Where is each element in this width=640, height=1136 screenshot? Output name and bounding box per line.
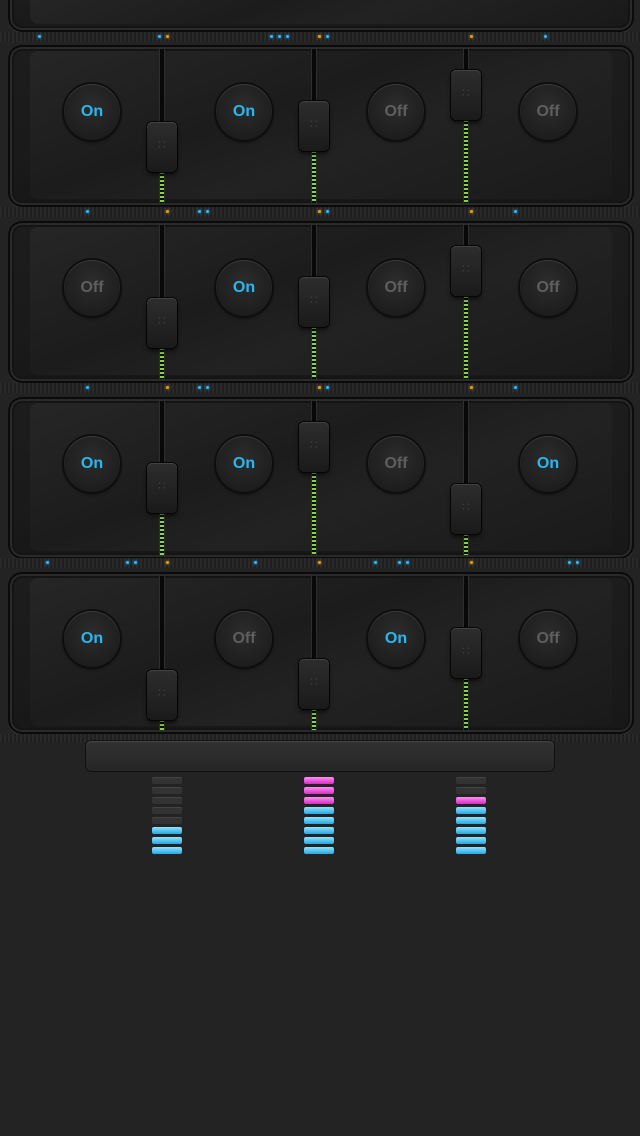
meter-segment <box>456 837 486 844</box>
meter-segment <box>304 797 334 804</box>
meter-segment <box>304 807 334 814</box>
fader-level-dots <box>160 719 164 730</box>
fader-thumb[interactable] <box>451 69 481 120</box>
meter-segment <box>456 827 486 834</box>
fader-thumb[interactable] <box>147 463 177 514</box>
mixer-panel: On On Off Off <box>8 45 634 207</box>
fader-thumb[interactable] <box>299 277 329 327</box>
panel-separator <box>0 383 640 393</box>
level-meter <box>456 777 486 857</box>
fader-thumb[interactable] <box>299 659 329 710</box>
meter-segment <box>152 797 182 804</box>
toggle-button[interactable]: Off <box>520 84 576 140</box>
top-separator <box>0 32 640 42</box>
fader-level-dots <box>312 151 316 203</box>
meter-segment <box>152 827 182 834</box>
panel-separator <box>0 207 640 217</box>
toggle-button[interactable]: On <box>216 84 272 140</box>
fader-thumb[interactable] <box>451 628 481 678</box>
meter-segment <box>152 847 182 854</box>
meter-segment <box>456 777 486 784</box>
fader-level-dots <box>160 513 164 555</box>
meter-segment <box>304 847 334 854</box>
fader-level-dots <box>160 171 164 203</box>
meter-segment <box>152 777 182 784</box>
control-bar[interactable] <box>86 741 554 771</box>
meter-segment <box>304 777 334 784</box>
level-meter <box>152 777 182 857</box>
toggle-button[interactable]: Off <box>64 260 120 316</box>
fader-thumb[interactable] <box>299 421 329 472</box>
fader-level-dots <box>464 678 468 730</box>
meter-segment <box>304 787 334 794</box>
fader-thumb[interactable] <box>147 297 177 348</box>
fader-thumb[interactable] <box>451 245 481 296</box>
toggle-button[interactable]: On <box>368 611 424 667</box>
fader-thumb[interactable] <box>451 484 481 535</box>
fader-level-dots <box>160 347 164 379</box>
mixer-panel: Off On Off Off <box>8 221 634 383</box>
meter-segment <box>304 837 334 844</box>
toggle-button[interactable]: On <box>64 436 120 492</box>
mixer-panel: On Off On Off <box>8 572 634 734</box>
level-meter <box>304 777 334 857</box>
fader-level-dots <box>312 327 316 379</box>
toggle-button[interactable]: Off <box>368 84 424 140</box>
meter-segment <box>152 817 182 824</box>
meter-segment <box>152 787 182 794</box>
toggle-button[interactable]: On <box>64 84 120 140</box>
fader-thumb[interactable] <box>299 101 329 151</box>
toggle-button[interactable]: Off <box>520 260 576 316</box>
fader-level-dots <box>464 295 468 379</box>
toggle-button[interactable]: On <box>520 436 576 492</box>
fader-thumb[interactable] <box>147 669 177 720</box>
meter-segment <box>456 807 486 814</box>
toggle-button[interactable]: On <box>216 260 272 316</box>
top-partial-panel <box>8 0 634 32</box>
meter-segment <box>456 817 486 824</box>
meter-segment <box>304 817 334 824</box>
fader-level-dots <box>464 534 468 555</box>
meter-segment <box>456 847 486 854</box>
panel-separator <box>0 558 640 568</box>
mixer-panel: On On Off On <box>8 397 634 559</box>
meter-segment <box>456 787 486 794</box>
meter-segment <box>304 827 334 834</box>
toggle-button[interactable]: Off <box>520 611 576 667</box>
toggle-button[interactable]: Off <box>216 611 272 667</box>
fader-level-dots <box>312 709 316 730</box>
fader-level-dots <box>312 471 316 555</box>
meter-segment <box>152 837 182 844</box>
fader-thumb[interactable] <box>147 121 177 172</box>
meter-segment <box>456 797 486 804</box>
toggle-button[interactable]: On <box>216 436 272 492</box>
meter-segment <box>152 807 182 814</box>
toggle-button[interactable]: Off <box>368 436 424 492</box>
fader-level-dots <box>464 119 468 203</box>
toggle-button[interactable]: On <box>64 611 120 667</box>
toggle-button[interactable]: Off <box>368 260 424 316</box>
